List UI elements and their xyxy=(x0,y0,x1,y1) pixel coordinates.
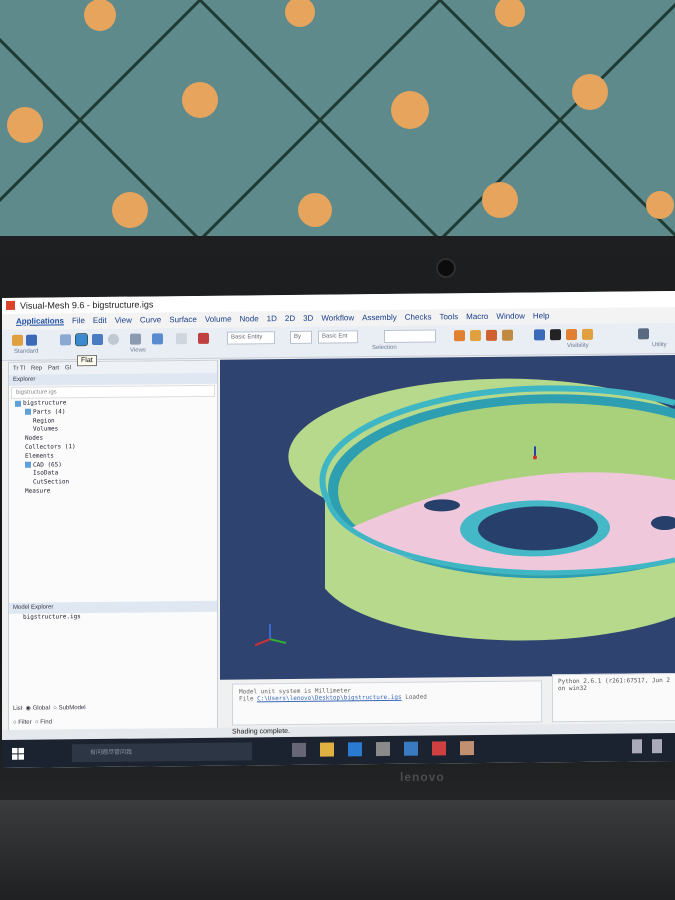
tooltip: Flat xyxy=(77,355,97,367)
axis-triad xyxy=(254,624,287,647)
status-text: Shading complete. xyxy=(232,727,290,736)
edge-icon[interactable] xyxy=(348,742,362,757)
radio-global[interactable]: Global xyxy=(33,705,50,711)
menu-checks[interactable]: Checks xyxy=(405,310,432,326)
breadcrumb[interactable]: bigstructure.igs xyxy=(11,384,215,399)
pan-icon[interactable] xyxy=(152,333,163,345)
menu-file[interactable]: File xyxy=(72,313,85,329)
wallpaper-pattern xyxy=(0,0,675,242)
visibility-3-icon[interactable] xyxy=(582,328,593,340)
explorer-panel: Tr Tl Rep Part Gl Explorer bigstructure.… xyxy=(8,359,218,744)
group-label-utility: Utility xyxy=(652,342,667,349)
menu-window[interactable]: Window xyxy=(496,309,524,325)
folder-icon xyxy=(25,461,31,468)
group-label-visibility: Visibility xyxy=(567,342,589,350)
folder-icon xyxy=(15,400,21,407)
explorer-header: Explorer xyxy=(9,372,217,386)
menu-2d[interactable]: 2D xyxy=(285,311,295,327)
entity-select[interactable]: Basic Entity xyxy=(227,331,275,345)
search-placeholder: 有问题尽管问我 xyxy=(90,749,133,757)
file-link[interactable]: C:\Users\lenovo\Desktop\bigstructure.igs xyxy=(257,694,402,703)
menu-curve[interactable]: Curve xyxy=(140,312,161,328)
list-label: List xyxy=(13,705,23,712)
save-icon[interactable] xyxy=(26,334,37,346)
wifi-icon[interactable] xyxy=(632,739,642,754)
flat-shading-icon[interactable] xyxy=(75,333,88,347)
render-icon[interactable] xyxy=(198,332,209,344)
tab-tree[interactable]: Tr Tl xyxy=(13,363,25,375)
grid-icon[interactable] xyxy=(60,334,71,346)
select-tool-2-icon[interactable] xyxy=(470,329,481,342)
3d-viewport[interactable] xyxy=(220,354,675,680)
tab-gl[interactable]: Gl xyxy=(65,362,71,374)
entity-select-2[interactable]: Basic Ent xyxy=(318,330,358,344)
laptop-brand-logo: lenovo xyxy=(400,770,445,784)
menu-node[interactable]: Node xyxy=(240,311,259,327)
select-tool-4-icon[interactable] xyxy=(502,329,513,341)
menu-view[interactable]: View xyxy=(115,313,132,329)
model-explorer: Model Explorer bigstructure.igs xyxy=(9,600,217,623)
menu-workflow[interactable]: Workflow xyxy=(321,310,354,326)
select-tool-3-icon[interactable] xyxy=(486,329,497,341)
menu-surface[interactable]: Surface xyxy=(169,312,197,328)
by-select[interactable]: By xyxy=(290,330,312,344)
task-view-icon[interactable] xyxy=(292,742,306,757)
menu-assembly[interactable]: Assembly xyxy=(362,310,397,326)
find-option[interactable]: Find xyxy=(40,719,52,725)
select-tool-icon[interactable] xyxy=(454,330,465,342)
tree-item[interactable]: Measure xyxy=(15,486,217,497)
menu-applications[interactable]: Applications xyxy=(16,313,64,330)
python-console[interactable]: Python 2.6.1 (r261:67517, Jun 2 on win32 xyxy=(552,672,675,723)
visual-mesh-taskbar-icon[interactable] xyxy=(432,741,446,756)
volume-icon[interactable] xyxy=(652,739,662,754)
group-label-views: Views xyxy=(130,347,146,354)
visibility-2-icon[interactable] xyxy=(566,328,577,341)
tab-part[interactable]: Part xyxy=(48,362,59,374)
screen: Visual-Mesh 9.6 - bigstructure.igs Appli… xyxy=(2,290,675,768)
menu-1d[interactable]: 1D xyxy=(267,311,277,327)
taskbar-search[interactable]: 有问题尽管问我 xyxy=(72,742,252,763)
model-tree: bigstructure Parts (4) Region Volumes No… xyxy=(9,398,217,497)
store-icon[interactable] xyxy=(376,741,390,757)
tab-rep[interactable]: Rep xyxy=(31,363,42,375)
console-output: Model unit system is Millimeter File C:\… xyxy=(232,680,542,726)
model-explorer-item[interactable]: bigstructure.igs xyxy=(9,612,217,623)
utility-icon[interactable] xyxy=(638,328,649,340)
menu-3d[interactable]: 3D xyxy=(303,311,313,327)
radio-submodel[interactable]: SubModel xyxy=(59,705,86,711)
cube-icon[interactable] xyxy=(92,333,103,346)
menu-macro[interactable]: Macro xyxy=(466,309,488,325)
file-explorer-icon[interactable] xyxy=(320,742,334,757)
app-icon xyxy=(6,300,15,310)
axis-icon[interactable] xyxy=(130,333,141,345)
window-title: Visual-Mesh 9.6 - bigstructure.igs xyxy=(20,299,154,311)
selection-input[interactable] xyxy=(384,329,436,343)
group-label-selection: Selection xyxy=(372,344,397,352)
menu-volume[interactable]: Volume xyxy=(205,312,232,328)
sphere-icon[interactable] xyxy=(108,333,119,345)
app-icon-2[interactable] xyxy=(460,741,474,756)
laptop-deck xyxy=(0,800,675,900)
wallpaper-background xyxy=(0,0,675,245)
menu-help[interactable]: Help xyxy=(533,308,549,324)
eye-icon[interactable] xyxy=(550,329,561,341)
menu-edit[interactable]: Edit xyxy=(93,313,107,329)
zoom-icon[interactable] xyxy=(176,333,187,345)
filter-option[interactable]: Filter xyxy=(18,720,31,726)
menu-tools[interactable]: Tools xyxy=(439,309,458,325)
app-icon-1[interactable] xyxy=(404,741,418,756)
webcam xyxy=(436,258,456,278)
visibility-icon[interactable] xyxy=(534,329,545,341)
windows-start-icon[interactable] xyxy=(12,747,24,760)
cylinder-model[interactable] xyxy=(220,355,675,680)
open-icon[interactable] xyxy=(12,334,23,346)
folder-icon xyxy=(25,408,31,416)
group-label-standard: Standard xyxy=(14,348,39,355)
